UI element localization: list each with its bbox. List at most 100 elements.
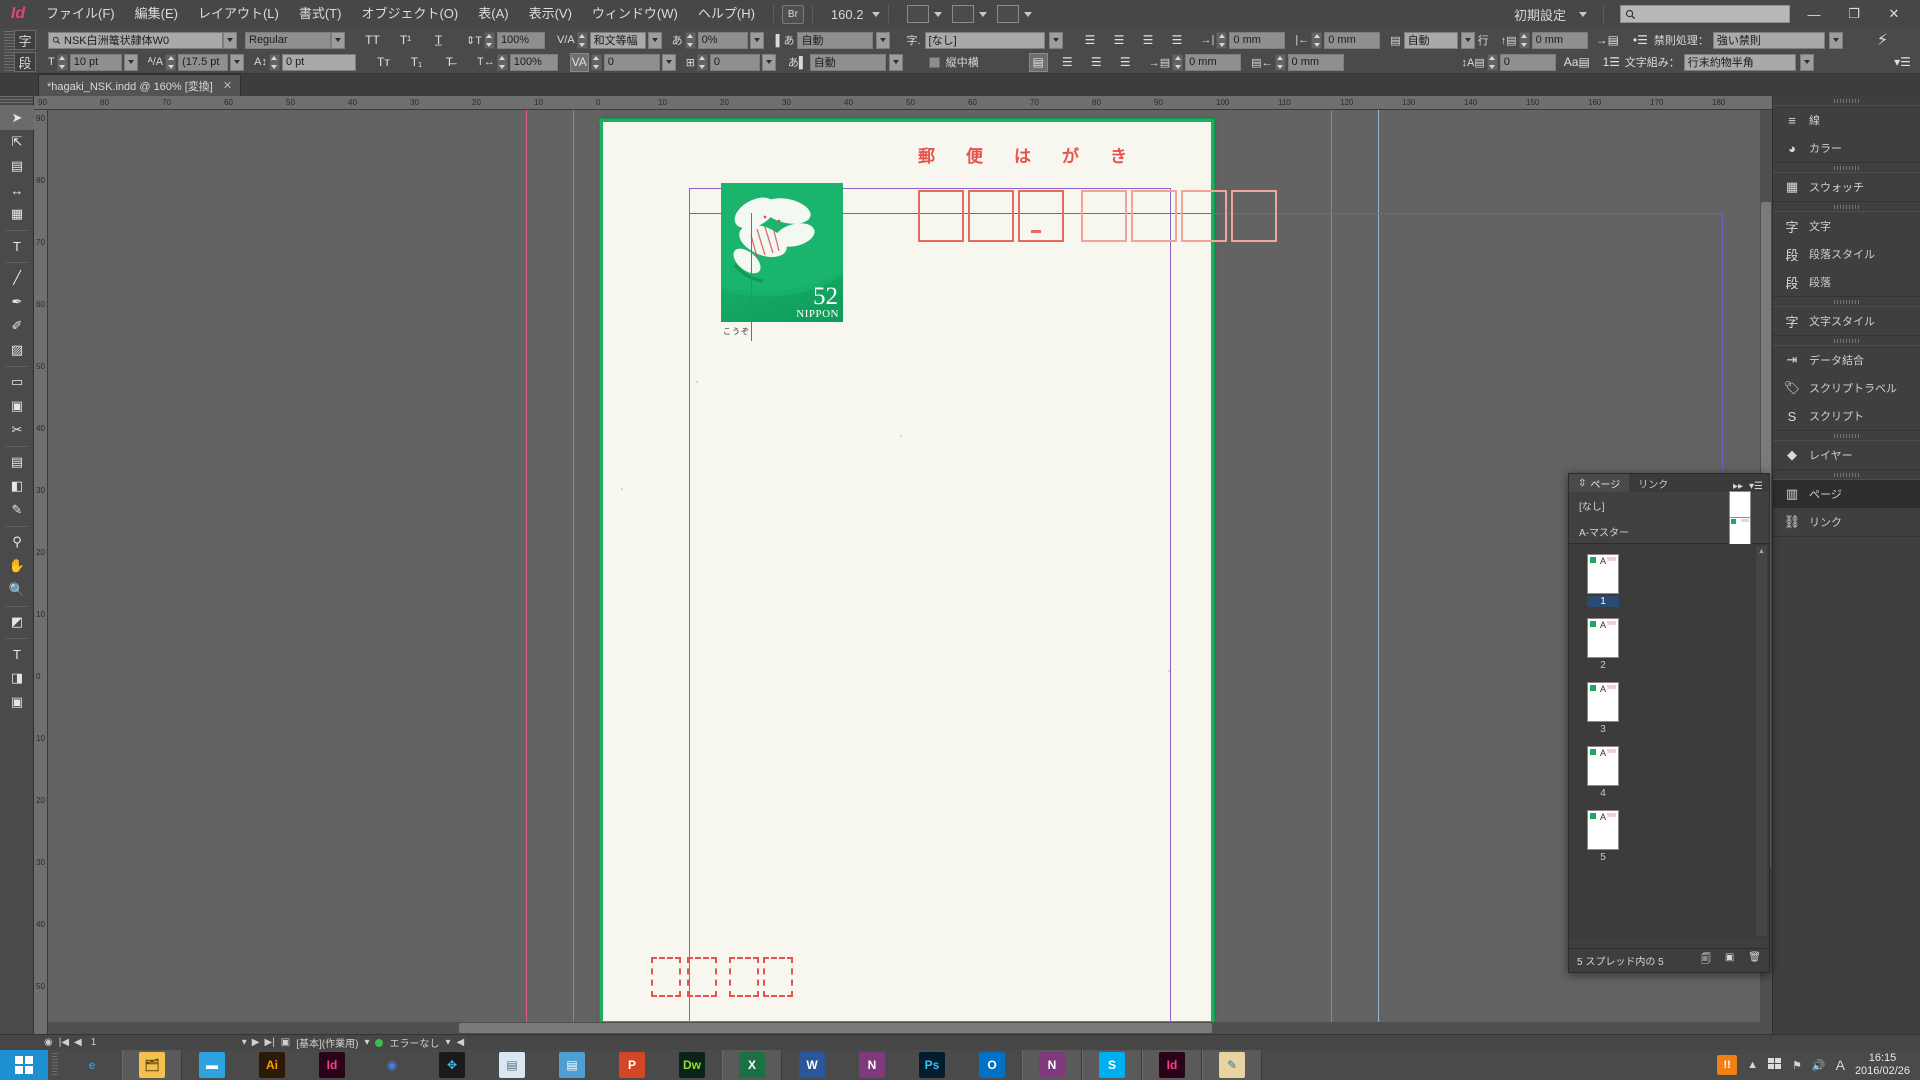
page-number-field[interactable]: 1 [86,1036,237,1049]
master-page-thumbnail[interactable] [1729,491,1751,519]
postage-stamp[interactable]: 52 NIPPON [721,183,843,322]
mojikumi-field[interactable]: 1☰ 文字組み： 行末約物半角 [1602,53,1814,72]
taskbar-app-photoshop[interactable]: Ps [902,1050,962,1080]
note-tool[interactable]: ✎ [0,498,34,522]
page-number-label[interactable]: 1 [1587,596,1619,607]
shift-dropdown-2[interactable] [888,53,903,71]
direct-selection-tool[interactable]: ⇱ [0,130,34,154]
indent-left-field[interactable]: →| 0 mm [1201,31,1286,49]
aki-field[interactable]: A↕ 0 pt [254,53,356,71]
toolbox-grip[interactable] [0,96,33,106]
page-number-label[interactable]: 4 [1587,788,1619,799]
leading-stepper[interactable] [165,53,177,71]
taskbar-grip[interactable] [48,1050,62,1080]
dock-item-paragraph-styles[interactable]: 段段落スタイル [1773,240,1920,268]
space-before-stepper[interactable] [1518,31,1530,49]
dock-item-script-label[interactable]: 🏷 スクリプトラベル [1773,374,1920,402]
horizontal-ruler[interactable]: 90 80 70 60 50 40 30 20 10 0 10 20 30 40 50 60 70 80 90 100… [34,96,1772,110]
numbered-list-button[interactable]: 1☰ [1602,53,1621,72]
nested-style-button[interactable]: Aa▤ [1564,53,1590,72]
flag-icon[interactable]: ⚑ [1792,1059,1802,1072]
kerning-field[interactable]: V/A 和文等幅 [557,31,662,49]
line-tool[interactable]: ╱ [0,266,34,290]
pages-panel-scrollbar[interactable]: ▲ [1756,546,1767,936]
subscript-button[interactable]: T₁ [407,53,426,72]
justify-all-button[interactable]: ▤ [1028,52,1048,72]
fill-stroke[interactable]: ◩ [0,610,34,634]
arrange-documents-icon[interactable] [997,5,1020,23]
indent-left-stepper[interactable] [1216,31,1228,49]
character-style-field[interactable]: 字. [なし] [906,31,1063,49]
grid-spacing-field[interactable]: ⊞ 0 [686,53,776,71]
taskbar-app-excel[interactable]: X [722,1050,782,1080]
dock-group-grip[interactable] [1773,336,1920,345]
dock-group-grip[interactable] [1773,163,1920,172]
menu-2[interactable]: レイアウト(L) [188,0,289,28]
tracking-stepper[interactable] [590,53,602,71]
rectangle-frame-tool[interactable]: ▨ [0,338,34,362]
screen-mode[interactable]: ▣ [0,690,34,714]
gap-tool[interactable]: ↔ [0,178,34,202]
align-left-button[interactable]: ☰ [1081,31,1100,50]
menu-1[interactable]: 編集(E) [125,0,188,28]
taskbar-app-puzzle-app[interactable]: ✥ [422,1050,482,1080]
preflight-panel-icon[interactable]: ▣ [281,1037,290,1048]
dock-item-script[interactable]: S スクリプト [1773,402,1920,430]
network-icon[interactable] [1768,1057,1782,1073]
pages-list[interactable]: A1A2A3A4A5 [1569,544,1769,938]
preflight-profile[interactable]: [基本](作業用) [296,1035,358,1050]
control-panel-menu-icon[interactable]: ▾☰ [1893,53,1912,72]
dock-item-character-styles[interactable]: 字文字スタイル [1773,307,1920,335]
dock-item-color-palette[interactable]: ◕ カラー [1773,134,1920,162]
indent-first-field[interactable]: →▤ 0 mm [1149,53,1242,71]
next-page-icon[interactable]: ▶ [252,1037,260,1048]
taskbar-app-password-manager[interactable]: ▬ [182,1050,242,1080]
view-grid-icon[interactable] [907,5,930,23]
vertical-scale-field[interactable]: ⇕T 100% [466,31,545,49]
sender-postal-box[interactable] [651,957,681,997]
menu-7[interactable]: ウィンドウ(W) [582,0,688,28]
free-transform-tool[interactable]: ▣ [0,394,34,418]
first-page-icon[interactable]: |◀ [59,1037,69,1048]
taskbar-app-notepad[interactable]: ▤ [482,1050,542,1080]
horizontal-scrollbar[interactable] [48,1022,1760,1034]
font-style-field[interactable]: Regular [245,31,345,49]
dock-item-data-merge[interactable]: ⇥ データ結合 [1773,346,1920,374]
page-thumbnail-item[interactable]: A5 [1587,810,1619,863]
chevron-down-icon[interactable] [1024,11,1033,17]
chevron-down-icon[interactable] [979,11,988,17]
page-thumbnail[interactable]: A [1587,746,1619,786]
master-page-row[interactable]: A-マスター [1569,517,1769,545]
dock-group-grip[interactable] [1773,297,1920,306]
taskbar-app-adobe-indesign-window[interactable]: Id [1142,1050,1202,1080]
taskbar-app-outlook[interactable]: O [962,1050,1022,1080]
chevron-down-icon[interactable] [934,11,943,17]
previous-page-icon[interactable]: ◀ [74,1037,82,1048]
character-style-dropdown[interactable] [1048,31,1063,49]
page-thumbnail-item[interactable]: A4 [1587,746,1619,799]
menu-3[interactable]: 書式(T) [289,0,352,28]
page-thumbnail[interactable]: A [1587,810,1619,850]
minimize-button[interactable]: — [1798,3,1830,25]
zoom-level-dropdown[interactable]: 160.2 [827,7,881,22]
restore-button[interactable]: ❐ [1838,3,1870,25]
scroll-up-icon[interactable]: ▲ [1756,546,1767,557]
leading-dropdown[interactable] [230,53,245,71]
taskbar-app-powerpoint[interactable]: P [602,1050,662,1080]
strikethrough-button[interactable]: T̶ [440,53,459,72]
kinsoku-dropdown[interactable] [1828,31,1843,49]
security-alert-icon[interactable]: !! [1717,1055,1738,1075]
bulleted-list-button[interactable]: •☰ [1631,31,1650,50]
postal-code-box[interactable] [1018,190,1064,242]
kerning-dropdown[interactable] [647,31,662,49]
start-button[interactable] [0,1050,48,1080]
tracking-dropdown[interactable] [661,53,676,71]
rectangle-tool[interactable]: ▭ [0,370,34,394]
tatechuyoko-check-icon[interactable] [928,56,940,68]
type-tool[interactable]: T [0,234,34,258]
dock-group-grip[interactable] [1773,202,1920,211]
page-tool[interactable]: ▤ [0,154,34,178]
kinsoku-field[interactable]: •☰ 禁則処理： 強い禁則 [1631,31,1843,50]
align-justify-last-left-button[interactable]: ☰ [1168,31,1187,50]
font-size-field[interactable]: T 10 pt [48,53,138,71]
